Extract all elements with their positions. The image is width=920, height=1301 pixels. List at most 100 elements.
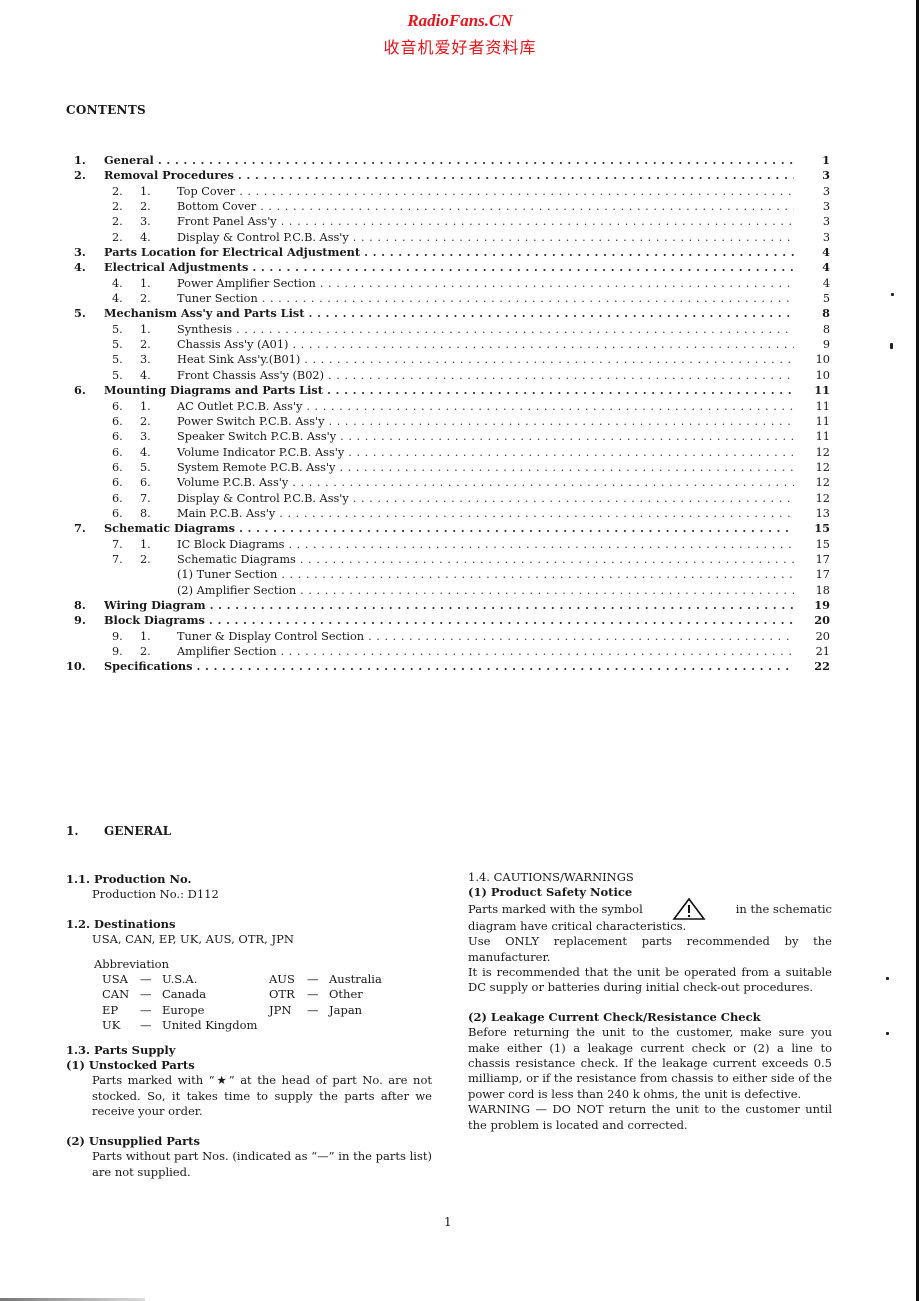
toc-entry-title: Front Chassis Ass'y (B02) (177, 367, 329, 383)
toc-entry-page: 13 (815, 506, 830, 520)
toc-entry-page: 8 (822, 306, 830, 321)
toc-entry[interactable]: 4. 1. Power Amplifier Section.............… (60, 275, 830, 291)
toc-entry[interactable]: 6. Mounting Diagrams and Parts List......… (60, 383, 830, 399)
toc-entry[interactable]: 6. 7. Display & Control P.C.B. Ass'y......… (60, 490, 830, 506)
toc-entry-title: Block Diagrams (104, 613, 209, 629)
toc-entry-title: Removal Procedures (104, 168, 238, 184)
toc-leader-dots: ........................................… (292, 476, 794, 490)
toc-entry-subnumber: 2. (140, 414, 151, 428)
toc-entry[interactable]: 5. 1. Synthesis...........................… (60, 321, 830, 337)
abbreviation-item: EP — Europe (102, 1003, 269, 1018)
toc-entry-page: 12 (815, 445, 830, 459)
safety-text-before: Parts marked with the symbol (468, 902, 643, 917)
toc-entry-number: 2. (112, 184, 123, 198)
toc-entry-number: 7. (112, 537, 123, 551)
abbreviation-list-right: AUS — Australia OTR — Other JPN — Japan (269, 972, 439, 1034)
abbreviation-code: OTR (269, 987, 295, 1002)
abbreviation-item: JPN — Japan (269, 1003, 439, 1018)
toc-entry[interactable]: 6. 4. Volume Indicator P.C.B. Ass'y.......… (60, 444, 830, 460)
toc-entry[interactable]: 10. Specifications.......................… (60, 659, 830, 675)
toc-entry[interactable]: 9. Block Diagrams........................… (60, 613, 830, 629)
toc-leader-dots: ........................................… (196, 659, 794, 674)
toc-entry-page: 1 (822, 153, 830, 167)
toc-entry[interactable]: 6. 6. Volume P.C.B. Ass'y.................… (60, 475, 830, 491)
toc-entry-page: 15 (814, 521, 830, 536)
toc-entry[interactable]: 2. 1. Top Cover...........................… (60, 183, 830, 199)
toc-entry-title: Parts Location for Electrical Adjustment (104, 245, 365, 261)
toc-entry[interactable]: 5. 2. Chassis Ass'y (A01).................… (60, 337, 830, 353)
toc-entry-title: Speaker Switch P.C.B. Ass'y (177, 429, 341, 445)
toc-entry-page: 11 (815, 399, 830, 413)
abbreviation-dash: — (140, 1002, 152, 1017)
toc-entry[interactable]: 2. Removal Procedures....................… (60, 168, 830, 184)
toc-entry-title: System Remote P.C.B. Ass'y (177, 459, 340, 475)
toc-entry[interactable]: 6. 3. Speaker Switch P.C.B. Ass'y.........… (60, 429, 830, 445)
toc-entry-number: 4. (112, 276, 123, 290)
toc-leader-dots: ........................................… (319, 276, 794, 290)
toc-entry-number: 1. (74, 153, 86, 167)
toc-entry-number: 6. (112, 445, 123, 459)
toc-entry-title: Power Switch P.C.B. Ass'y (177, 413, 329, 429)
toc-entry-title: Main P.C.B. Ass'y (177, 505, 280, 521)
toc-entry-number: 10. (66, 659, 86, 674)
toc-entry[interactable]: (2) Amplifier Section...................… (60, 582, 830, 598)
unsupplied-parts-heading: (2) Unsupplied Parts (66, 1133, 200, 1148)
toc-entry[interactable]: 2. 3. Front Panel Ass'y...................… (60, 214, 830, 230)
toc-entry-number: 9. (74, 613, 86, 628)
toc-entry[interactable]: 2. 2. Bottom Cover........................… (60, 199, 830, 215)
abbreviation-dash: — (307, 987, 319, 1002)
unsupplied-parts-text: Parts without part Nos. (indicated as “—… (92, 1149, 432, 1179)
toc-entry-title: Display & Control P.C.B. Ass'y (177, 490, 353, 506)
toc-entry[interactable]: 5. 4. Front Chassis Ass'y (B02)...........… (60, 367, 830, 383)
toc-entry-title: Power Amplifier Section (177, 275, 320, 291)
toc-entry[interactable]: 5. 3. Heat Sink Ass'y.(B01)...............… (60, 352, 830, 368)
toc-entry-subnumber: 5. (140, 460, 151, 474)
destinations-heading: 1.2. Destinations (66, 916, 176, 931)
abbreviation-name: Canada (162, 987, 207, 1002)
abbreviation-block: Abbreviation USA — U.S.A. CAN — Canada EP — Euro… (66, 957, 432, 1034)
toc-entry-title: Electrical Adjustments (104, 260, 253, 276)
unstocked-parts-heading: (1) Unstocked Parts (66, 1058, 195, 1073)
watermark-site-name: RadioFans.CN (407, 11, 513, 30)
toc-entry[interactable]: 2. 4. Display & Control P.C.B. Ass'y......… (60, 229, 830, 245)
toc-entry[interactable]: 1. General...............................… (60, 153, 830, 168)
toc-entry-page: 4 (822, 260, 830, 275)
toc-entry-page: 8 (822, 322, 830, 336)
toc-entry[interactable]: 6. 8. Main P.C.B. Ass'y...................… (60, 505, 830, 521)
toc-entry[interactable]: 4. 2. Tuner Section.......................… (60, 291, 830, 307)
toc-entry-subnumber: 2. (140, 552, 151, 566)
toc-entry[interactable]: 9. 2. Amplifier Section...................… (60, 644, 830, 659)
abbreviation-code: JPN (269, 1002, 292, 1017)
toc-entry[interactable]: 6. 2. Power Switch P.C.B. Ass'y...........… (60, 413, 830, 429)
toc-entry-number: 3. (74, 245, 86, 260)
toc-entry-subnumber: 4. (140, 230, 151, 244)
toc-entry[interactable]: (1) Tuner Section.......................… (60, 567, 830, 583)
toc-entry-title: AC Outlet P.C.B. Ass'y (177, 398, 307, 414)
toc-entry[interactable]: 9. 1. Tuner & Display Control Section.....… (60, 628, 830, 644)
toc-entry-page: 11 (815, 414, 830, 428)
toc-leader-dots: ........................................… (237, 168, 794, 183)
section-number: 1. (66, 824, 79, 838)
toc-entry[interactable]: 4. Electrical Adjustments................… (60, 260, 830, 276)
toc-entry-title: Mechanism Ass'y and Parts List (104, 306, 309, 322)
toc-entry-page: 4 (822, 245, 830, 260)
section-heading-general: 1. GENERAL (66, 824, 171, 838)
toc-entry-subnumber: 2. (140, 645, 151, 658)
toc-leader-dots: ........................................… (364, 245, 794, 260)
toc-entry[interactable]: 7. 1. IC Block Diagrams...................… (60, 536, 830, 552)
abbreviation-item: OTR — Other (269, 987, 439, 1002)
toc-entry[interactable]: 7. 2. Schematic Diagrams..................… (60, 551, 830, 567)
toc-entry-title: Synthesis (177, 321, 237, 337)
toc-entry-subnumber: 1. (140, 322, 151, 336)
toc-entry-title: Schematic Diagrams (104, 521, 239, 537)
general-right-column: 1.4. CAUTIONS/WARNINGS (1) Product Safet… (468, 870, 832, 1133)
toc-entry[interactable]: 6. 1. AC Outlet P.C.B. Ass'y..............… (60, 398, 830, 414)
toc-entry[interactable]: 5. Mechanism Ass'y and Parts List........… (60, 306, 830, 322)
toc-leader-dots: ........................................… (280, 215, 794, 229)
toc-entry[interactable]: 6. 5. System Remote P.C.B. Ass'y..........… (60, 459, 830, 475)
leakage-check-heading: (2) Leakage Current Check/Resistance Che… (468, 1009, 761, 1024)
toc-entry[interactable]: 8. Wiring Diagram........................… (60, 597, 830, 613)
toc-entry-page: 20 (815, 629, 830, 643)
toc-entry[interactable]: 3. Parts Location for Electrical Adjustme… (60, 245, 830, 261)
toc-entry[interactable]: 7. Schematic Diagrams....................… (60, 521, 830, 537)
